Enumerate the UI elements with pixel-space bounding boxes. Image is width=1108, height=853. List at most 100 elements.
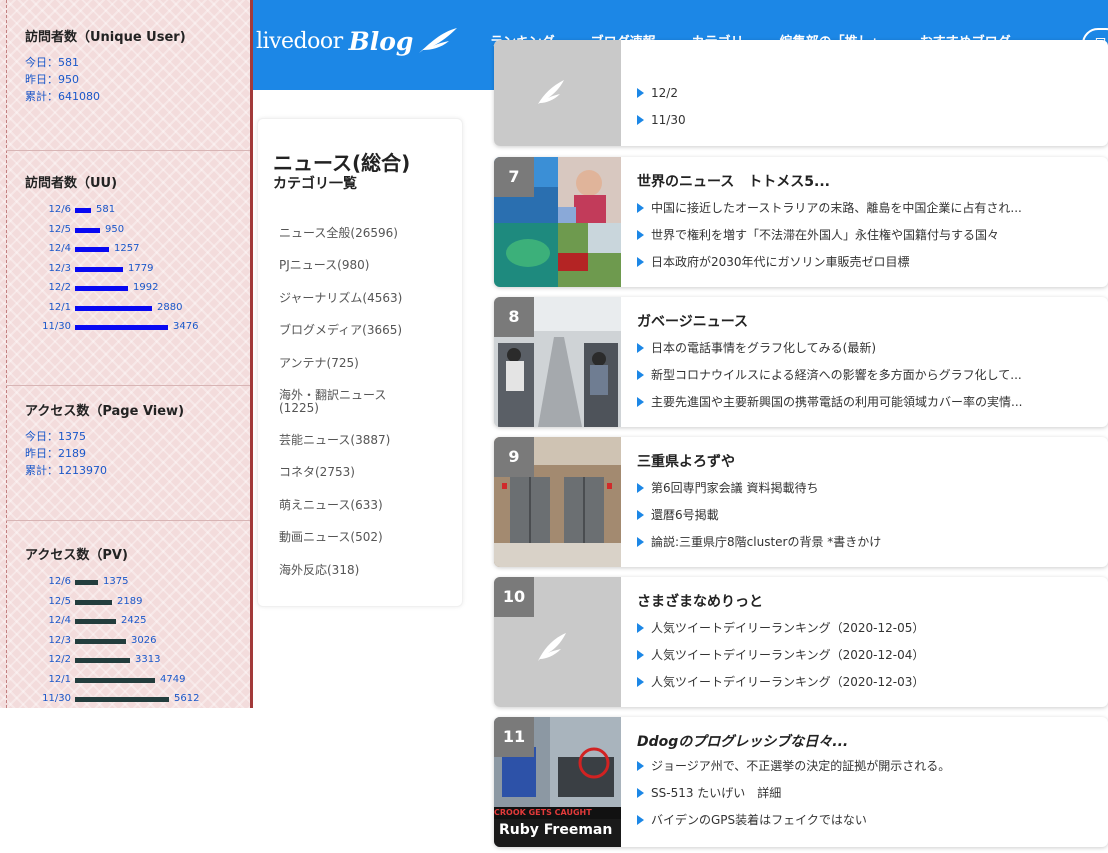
blog-title[interactable]: 三重県よろずや <box>637 451 735 471</box>
category-link[interactable]: ブログメディア(3665) <box>279 324 459 337</box>
pv-summary: アクセス数（Page View) 今日：1375 昨日：2189 累計：1213… <box>0 400 250 479</box>
blog-title[interactable]: ガベージニュース <box>637 311 748 331</box>
article-link[interactable]: 日本政府が2030年代にガソリン車販売ゼロ目標 <box>637 253 910 270</box>
category-link[interactable]: 海外反応(318) <box>279 564 459 577</box>
bar-row: 12/6 581 <box>25 200 250 220</box>
triangle-bullet-icon <box>637 343 644 353</box>
article-link[interactable]: ジョージア州で、不正選挙の決定的証拠が開示される。 <box>637 757 950 774</box>
bar-date-label: 12/6 <box>48 576 71 587</box>
category-link[interactable]: ニュース全般(26596) <box>279 227 459 240</box>
feather-icon <box>419 28 458 53</box>
uu-bars: 12/6 581 12/5 950 12/4 1257 12/3 1779 12/2 1992 12… <box>25 200 250 337</box>
triangle-bullet-icon <box>637 761 644 771</box>
blog-thumbnail[interactable]: 8 <box>494 297 621 427</box>
triangle-bullet-icon <box>637 537 644 547</box>
category-title: ニュース(総合) <box>273 151 411 175</box>
bar-row: 12/5 2189 <box>25 592 250 612</box>
article-link[interactable]: 日本の電話事情をグラフ化してみる(最新) <box>637 339 876 356</box>
bar <box>75 286 128 291</box>
article-link-text: 人気ツイートデイリーランキング（2020-12-05） <box>651 621 925 635</box>
blog-thumbnail[interactable]: 10 <box>494 577 621 707</box>
article-link[interactable]: バイデンのGPS装着はフェイクではない <box>637 811 867 828</box>
article-link[interactable]: SS-513 たいげい 詳細 <box>637 784 781 801</box>
pv-yesterday: 昨日：2189 <box>25 447 86 460</box>
bar-value-label: 5612 <box>174 693 200 704</box>
bar-value-label: 581 <box>96 204 116 215</box>
bar-value-label: 2880 <box>157 301 183 313</box>
bar-date-label: 12/6 <box>48 204 71 215</box>
article-link[interactable]: 11/30 <box>637 113 686 127</box>
livedoor-blog-logo[interactable]: livedoor Blog <box>256 26 459 56</box>
article-link[interactable]: 新型コロナウイルスによる経済への影響を多方面からグラフ化して... <box>637 366 1022 383</box>
bar <box>75 619 116 624</box>
logo-text: livedoor <box>256 28 343 54</box>
category-link[interactable]: 動画ニュース(502) <box>279 531 459 544</box>
blog-thumbnail[interactable]: 7 <box>494 157 621 287</box>
bar <box>75 227 100 233</box>
article-link[interactable]: 主要先進国や主要新興国の携帯電話の利用可能領域カバー率の実情... <box>637 393 1022 410</box>
article-link-text: 日本政府が2030年代にガソリン車販売ゼロ目標 <box>651 255 910 269</box>
article-link[interactable]: 世界で権利を増す「不法滞在外国人」永住権や国籍付与する国々 <box>637 226 999 243</box>
ranking-card: 8 ガベージニュース 日本の電話事情をグラフ化してみる(最新) 新型コロナウイル… <box>494 297 1108 427</box>
category-link[interactable]: コネタ(2753) <box>279 466 459 479</box>
article-link[interactable]: 第6回専門家会議 資料掲載待ち <box>637 479 818 496</box>
article-link-text: ジョージア州で、不正選挙の決定的証拠が開示される。 <box>651 759 951 773</box>
category-link[interactable]: ジャーナリズム(4563) <box>279 292 459 305</box>
bar-value-label: 3026 <box>131 634 157 646</box>
triangle-bullet-icon <box>637 623 644 633</box>
category-link[interactable]: 芸能ニュース(3887) <box>279 434 459 447</box>
bar-value-label: 1257 <box>114 243 140 254</box>
bar-row: 12/2 1992 <box>25 278 250 298</box>
article-link-text: 主要先進国や主要新興国の携帯電話の利用可能領域カバー率の実情... <box>651 395 1023 409</box>
ranking-card: 7 世界のニュース トトメス5... 中国に接近したオーストラリアの末路、離島を… <box>494 157 1108 287</box>
bar-value-label: 2425 <box>121 615 147 626</box>
bar-date-label: 12/4 <box>48 615 71 626</box>
blog-title[interactable]: Ddogのプログレッシブな日々... <box>637 731 848 751</box>
article-link[interactable]: 人気ツイートデイリーランキング（2020-12-04） <box>637 646 924 663</box>
bar-value-label: 3476 <box>173 321 199 332</box>
bar-row: 12/1 4749 <box>25 670 250 690</box>
bar-date-label: 12/4 <box>48 243 71 254</box>
triangle-bullet-icon <box>637 115 644 125</box>
article-link[interactable]: 中国に接近したオーストラリアの末路、離島を中国企業に占有され... <box>637 199 1022 216</box>
rank-number-badge: 11 <box>494 717 534 757</box>
blog-thumbnail[interactable]: 9 <box>494 437 621 567</box>
blog-thumbnail[interactable]: CROOK GETS CAUGHT Ruby Freeman 11 <box>494 717 621 847</box>
category-link[interactable]: PJニュース(980) <box>279 259 459 272</box>
bar-row: 12/3 3026 <box>25 631 250 651</box>
ranking-card: CROOK GETS CAUGHT Ruby Freeman 11 Ddogのプ… <box>494 717 1108 847</box>
article-link[interactable]: 論説:三重県庁8階clusterの背景 *書きかけ <box>637 533 881 550</box>
divider <box>6 385 250 386</box>
article-link-text: 日本の電話事情をグラフ化してみる(最新) <box>651 341 877 355</box>
uu-summary-title: 訪問者数（Unique User) <box>25 30 186 45</box>
triangle-bullet-icon <box>637 88 644 98</box>
bar-value-label: 1375 <box>103 576 129 587</box>
article-link[interactable]: 人気ツイートデイリーランキング（2020-12-05） <box>637 619 924 636</box>
triangle-bullet-icon <box>637 397 644 407</box>
feather-placeholder-icon <box>538 80 564 104</box>
uu-yesterday: 昨日：950 <box>25 73 79 86</box>
triangle-bullet-icon <box>637 510 644 520</box>
article-link[interactable]: 人気ツイートデイリーランキング（2020-12-03） <box>637 673 924 690</box>
bar-value-label: 1779 <box>128 262 154 274</box>
article-link-text: 新型コロナウイルスによる経済への影響を多方面からグラフ化して... <box>651 368 1022 382</box>
category-link[interactable]: 萌えニュース(633) <box>279 499 459 512</box>
bar <box>75 325 168 330</box>
triangle-bullet-icon <box>637 257 644 267</box>
pv-bar-chart: アクセス数（PV) 12/6 1375 12/5 2189 12/4 2425 12/3 30… <box>0 544 250 708</box>
article-link-text: 論説:三重県庁8階clusterの背景 *書きかけ <box>651 535 882 549</box>
article-link[interactable]: 還暦6号掲載 <box>637 506 719 523</box>
blog-title[interactable]: さまざまなめりっと <box>637 591 763 611</box>
triangle-bullet-icon <box>637 483 644 493</box>
blog-title[interactable]: 世界のニュース トトメス5... <box>637 171 830 191</box>
thumbnail-caption-red: CROOK GETS CAUGHT <box>494 808 592 817</box>
blog-thumbnail[interactable] <box>494 40 621 146</box>
bar-date-label: 12/3 <box>48 634 71 646</box>
category-link[interactable]: 海外・翻訳ニュース(1225) <box>279 389 404 415</box>
article-link-text: 人気ツイートデイリーランキング（2020-12-03） <box>651 675 925 689</box>
article-link[interactable]: 12/2 <box>637 86 678 100</box>
uu-summary: 訪問者数（Unique User) 今日：581 昨日：950 累計：64108… <box>0 26 250 105</box>
category-link[interactable]: アンテナ(725) <box>279 357 459 370</box>
bar-date-label: 12/3 <box>48 262 71 274</box>
bar <box>75 638 126 644</box>
